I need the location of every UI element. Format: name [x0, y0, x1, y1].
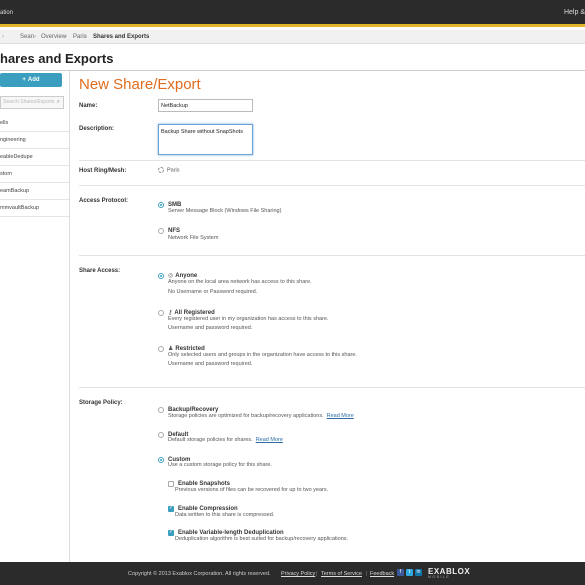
backup-recovery-description: Storage policies are optimized for backu…	[168, 413, 354, 419]
help-link[interactable]: Help &	[564, 9, 585, 16]
terms-of-service-link[interactable]: Terms of Service	[321, 571, 362, 577]
breadcrumb-separator-icon: ›	[65, 34, 67, 40]
exablox-logo: EXABLOX MOBILE	[428, 567, 470, 579]
add-button-label: Add	[27, 77, 40, 83]
smb-description: Server Message Block (Windows File Shari…	[168, 208, 282, 214]
footer: Copyright © 2013 Exablox Corporation. Al…	[0, 562, 585, 585]
all-registered-label: All Registered	[174, 309, 215, 316]
breadcrumb-separator-icon: ›	[34, 34, 36, 40]
read-more-link[interactable]: Read More	[256, 437, 283, 443]
linkedin-icon[interactable]: in	[415, 569, 422, 576]
enable-compression-checkbox[interactable]	[168, 505, 174, 512]
read-more-link[interactable]: Read More	[327, 413, 354, 419]
share-access-label: Share Access:	[79, 268, 121, 274]
form-title: New Share/Export	[79, 76, 201, 93]
anyone-radio[interactable]	[158, 272, 164, 279]
twitter-icon[interactable]: t	[406, 569, 413, 576]
sidebar-item[interactable]: eableDedupe	[0, 149, 69, 166]
sidebar-search-input[interactable]: Search Shares/Exports ⌕	[0, 96, 64, 109]
restricted-label: Restricted	[175, 345, 205, 352]
copyright-text: Copyright © 2013 Exablox Corporation. Al…	[128, 571, 271, 577]
host-value: Paris	[158, 167, 180, 173]
breadcrumb-item-sean[interactable]: Sean	[20, 34, 34, 40]
nfs-description: Network File System	[168, 235, 219, 241]
storage-policy-label: Storage Policy:	[79, 400, 123, 406]
breadcrumb-separator-icon: ›	[2, 34, 4, 40]
all-registered-radio[interactable]	[158, 309, 164, 316]
footer-separator: |	[316, 571, 318, 577]
divider	[79, 185, 585, 186]
divider	[79, 255, 585, 256]
search-icon[interactable]: ⌕	[57, 97, 60, 108]
breadcrumb-item-overview[interactable]: Overview	[41, 34, 66, 40]
sidebar-item[interactable]: stom	[0, 166, 69, 183]
default-desc-text: Default storage policies for shares.	[168, 437, 253, 443]
enable-snapshots-description: Previous versions of files can be recove…	[175, 487, 329, 493]
enable-snapshots-label: Enable Snapshots	[178, 480, 231, 487]
custom-description: Use a custom storage policy for this sha…	[168, 462, 272, 468]
name-label: Name:	[79, 103, 98, 109]
nfs-radio[interactable]	[158, 227, 164, 234]
anyone-label: Anyone	[175, 272, 198, 279]
anyone-description-note: No Username or Password required.	[168, 289, 258, 295]
restricted-description: Only selected users and groups in the or…	[168, 352, 357, 358]
footer-separator: |	[366, 571, 368, 577]
sidebar-item[interactable]: mmvaultBackup	[0, 200, 69, 217]
breadcrumb-item-current: Shares and Exports	[93, 34, 150, 40]
backup-recovery-desc-text: Storage policies are optimized for backu…	[168, 413, 324, 419]
sidebar-item[interactable]: ells	[0, 115, 69, 132]
top-bar: ation Help &	[0, 0, 585, 27]
description-textarea[interactable]: Backup Share without SnapShots	[158, 124, 253, 155]
name-input[interactable]: NetBackup	[158, 99, 253, 112]
plus-icon: +	[22, 77, 26, 83]
host-name: Paris	[167, 167, 180, 174]
all-registered-description: Every registered user in my organization…	[168, 316, 329, 322]
nfs-label: NFS	[168, 227, 180, 234]
smb-label: SMB	[168, 201, 182, 208]
sidebar: + Add Search Shares/Exports ⌕ ells nginee…	[0, 71, 70, 562]
smb-radio[interactable]	[158, 201, 164, 208]
share-list: ells ngineering eableDedupe stom eamBack…	[0, 115, 69, 217]
access-protocol-label: Access Protocol:	[79, 198, 129, 204]
anyone-description: Anyone on the local area network has acc…	[168, 279, 312, 285]
sidebar-search-placeholder: Search Shares/Exports	[3, 99, 55, 105]
enable-dedup-label: Enable Variable-length Deduplication	[178, 529, 284, 536]
add-share-button[interactable]: + Add	[0, 73, 62, 87]
enable-snapshots-checkbox[interactable]	[168, 480, 174, 487]
backup-recovery-label: Backup/Recovery	[168, 406, 219, 413]
all-registered-description-note: Username and password required.	[168, 325, 253, 331]
divider	[79, 387, 585, 388]
backup-recovery-radio[interactable]	[158, 406, 164, 413]
facebook-icon[interactable]: f	[397, 569, 404, 576]
sidebar-item[interactable]: eamBackup	[0, 183, 69, 200]
restricted-radio[interactable]	[158, 345, 164, 352]
description-label: Description:	[79, 126, 115, 132]
restricted-description-note: Username and password required.	[168, 361, 253, 367]
privacy-policy-link[interactable]: Privacy Policy	[281, 571, 315, 577]
enable-compression-label: Enable Compression	[178, 505, 238, 512]
app-brand: ation	[0, 10, 14, 16]
default-radio[interactable]	[158, 431, 164, 438]
custom-radio[interactable]	[158, 456, 164, 463]
sidebar-item[interactable]: ngineering	[0, 132, 69, 149]
default-description: Default storage policies for shares. Read…	[168, 437, 283, 443]
divider	[79, 160, 585, 161]
page-title: hares and Exports	[0, 51, 114, 66]
feedback-link[interactable]: Feedback	[370, 571, 394, 577]
ring-icon	[158, 167, 164, 173]
enable-dedup-description: Deduplication algorithm is best suited f…	[175, 536, 349, 542]
enable-dedup-checkbox[interactable]	[168, 529, 174, 536]
enable-compression-description: Data written to this share is compressed…	[175, 512, 275, 518]
breadcrumb-separator-icon: ›	[85, 34, 87, 40]
breadcrumb: › Sean › Overview › Paris › Shares and E…	[0, 30, 585, 44]
host-label: Host Ring/Mesh:	[79, 168, 127, 174]
title-divider	[0, 70, 585, 71]
